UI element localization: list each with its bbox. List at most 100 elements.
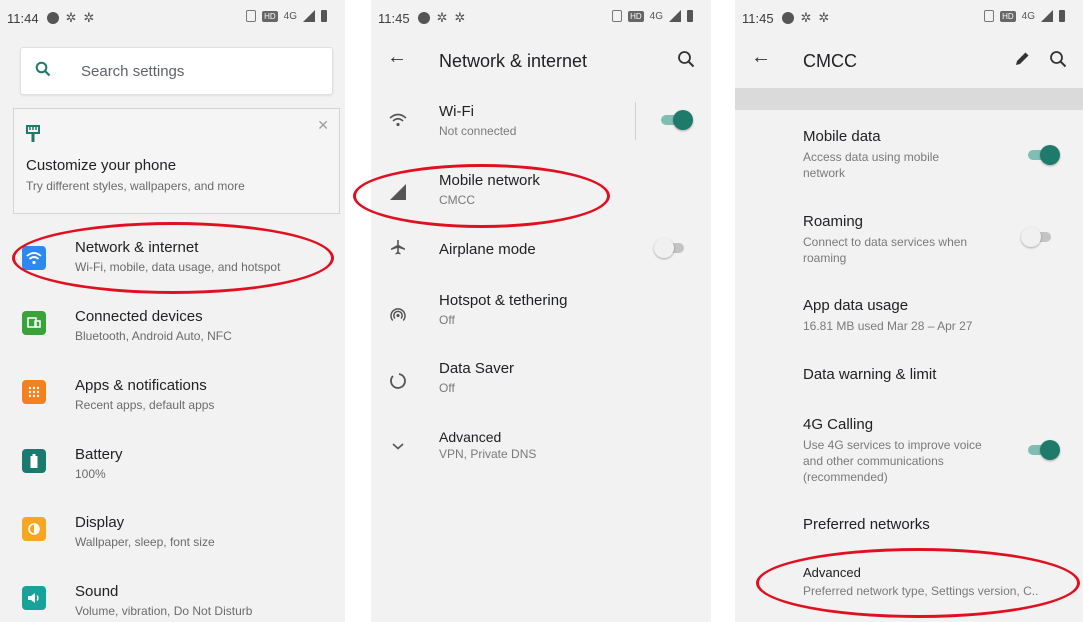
settings-notification-icon: ✲ (454, 10, 466, 25)
hotspot-row[interactable]: Hotspot & tethering Off (371, 283, 711, 343)
customize-suggestion-card[interactable]: ✕ Customize your phone Try different sty… (13, 108, 340, 214)
search-icon[interactable] (1049, 50, 1067, 68)
data-saver-row[interactable]: Data Saver Off (371, 352, 711, 412)
status-time: 11:44 (7, 10, 39, 26)
status-app-icon (781, 12, 794, 24)
settings-notification-icon: ✲ (83, 10, 95, 25)
item-title: Sound (75, 583, 119, 600)
row-subtitle: 16.81 MB used Mar 28 – Apr 27 (803, 319, 973, 333)
item-subtitle: 100% (75, 467, 106, 481)
customize-subtitle: Try different styles, wallpapers, and mo… (26, 179, 245, 193)
row-title: 4G Calling (803, 416, 874, 433)
mobile-data-toggle[interactable] (1026, 145, 1060, 165)
wifi-toggle[interactable] (659, 110, 693, 130)
divider (635, 102, 636, 140)
settings-item-apps[interactable]: Apps & notifications Recent apps, defaul… (0, 367, 345, 427)
display-icon (22, 517, 46, 541)
vibrate-icon (984, 10, 995, 22)
advanced-row[interactable]: Advanced Preferred network type, Setting… (803, 565, 1063, 599)
search-settings-bar[interactable]: Search settings (20, 47, 333, 95)
settings-home-panel: 11:44 ✲ ✲ HD 4G Search settings ✕ Custom… (0, 0, 345, 622)
row-subtitle: Off (439, 381, 455, 395)
paint-brush-icon (26, 125, 40, 142)
settings-item-connected-devices[interactable]: Connected devices Bluetooth, Android Aut… (0, 298, 345, 358)
mobile-data-row[interactable]: Mobile data Access data using mobile net… (803, 128, 1063, 181)
settings-item-network[interactable]: Network & internet Wi-Fi, mobile, data u… (0, 228, 345, 288)
data-warning-row[interactable]: Data warning & limit (803, 366, 1063, 383)
preferred-networks-row[interactable]: Preferred networks (803, 516, 1063, 533)
chevron-down-icon (388, 436, 408, 456)
row-subtitle: Use 4G services to improve voice and oth… (803, 438, 982, 484)
row-subtitle: Access data using mobile network (803, 150, 940, 180)
row-title: Advanced (803, 565, 861, 580)
item-title: Apps & notifications (75, 377, 207, 394)
row-title: Mobile network (439, 172, 540, 189)
page-title: CMCC (803, 51, 857, 71)
row-subtitle: VPN, Private DNS (439, 447, 537, 461)
signal-icon (1041, 10, 1053, 22)
volte-icon: HD (262, 10, 278, 22)
battery-status-icon (1059, 10, 1065, 22)
network-4g-icon: 4G (283, 10, 297, 22)
mobile-network-row[interactable]: Mobile network CMCC (371, 162, 711, 222)
battery-status-icon (687, 10, 693, 22)
4g-calling-toggle[interactable] (1026, 440, 1060, 460)
item-title: Connected devices (75, 308, 203, 325)
header-divider-band (735, 88, 1083, 110)
row-title: Mobile data (803, 128, 881, 145)
row-title: Advanced (439, 429, 502, 445)
item-subtitle: Wallpaper, sleep, font size (75, 535, 215, 549)
app-bar: ← CMCC (735, 36, 1083, 86)
back-arrow-icon[interactable]: ← (387, 46, 407, 69)
network-4g-icon: 4G (649, 10, 663, 22)
network-4g-icon: 4G (1021, 10, 1035, 22)
row-subtitle: Off (439, 313, 455, 327)
signal-icon (669, 10, 681, 22)
airplane-toggle[interactable] (654, 238, 688, 258)
status-time: 11:45 (742, 10, 774, 26)
item-subtitle: Bluetooth, Android Auto, NFC (75, 329, 232, 343)
edit-pencil-icon[interactable] (1013, 50, 1031, 68)
status-bar: 11:45 ✲ ✲ HD 4G (735, 0, 1083, 36)
row-subtitle: Not connected (439, 124, 517, 138)
row-subtitle: CMCC (439, 193, 475, 207)
close-icon[interactable]: ✕ (317, 117, 329, 134)
row-title: Airplane mode (439, 241, 536, 258)
signal-icon (303, 10, 315, 22)
page-title: Network & internet (439, 51, 588, 71)
vibrate-icon (246, 10, 257, 22)
data-saver-icon (388, 371, 408, 391)
sound-icon (22, 586, 46, 610)
volte-icon: HD (1000, 10, 1016, 22)
status-time: 11:45 (378, 10, 410, 26)
advanced-row[interactable]: Advanced VPN, Private DNS (371, 420, 711, 480)
item-subtitle: Volume, vibration, Do Not Disturb (75, 604, 253, 618)
apps-icon (22, 380, 46, 404)
settings-item-battery[interactable]: Battery 100% (0, 436, 345, 496)
settings-item-sound[interactable]: Sound Volume, vibration, Do Not Disturb (0, 573, 345, 622)
search-icon (35, 61, 51, 77)
back-arrow-icon[interactable]: ← (751, 46, 771, 69)
item-title: Network & internet (75, 239, 199, 256)
customize-title: Customize your phone (26, 157, 177, 174)
battery-status-icon (321, 10, 327, 22)
settings-notification-icon: ✲ (65, 10, 77, 25)
vibrate-icon (612, 10, 623, 22)
item-subtitle: Recent apps, default apps (75, 398, 215, 412)
status-app-icon (417, 12, 430, 24)
row-title: Hotspot & tethering (439, 292, 568, 309)
app-data-usage-row[interactable]: App data usage 16.81 MB used Mar 28 – Ap… (803, 297, 1063, 334)
row-title: Data Saver (439, 360, 515, 377)
status-bar: 11:45 ✲ ✲ HD 4G (371, 0, 711, 36)
search-icon[interactable] (677, 50, 695, 68)
volte-icon: HD (628, 10, 644, 22)
row-title: Preferred networks (803, 516, 930, 533)
battery-icon (22, 449, 46, 473)
wifi-icon (388, 110, 408, 130)
roaming-toggle[interactable] (1021, 227, 1055, 247)
hotspot-icon (388, 305, 408, 325)
settings-item-display[interactable]: Display Wallpaper, sleep, font size (0, 504, 345, 564)
4g-calling-row[interactable]: 4G Calling Use 4G services to improve vo… (803, 416, 1063, 485)
settings-notification-icon: ✲ (818, 10, 830, 25)
settings-notification-icon: ✲ (436, 10, 448, 25)
